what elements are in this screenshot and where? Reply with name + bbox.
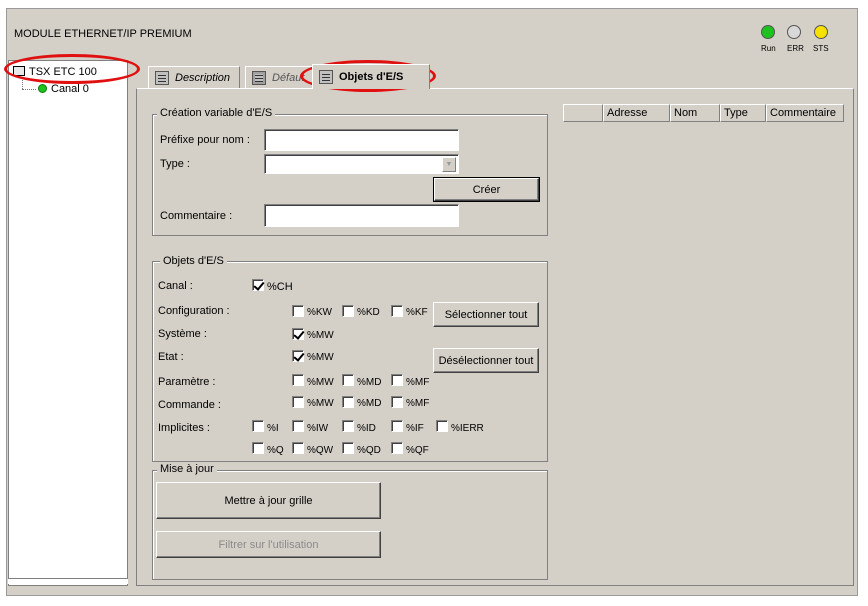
select-all-button[interactable]: Sélectionner tout <box>433 302 539 327</box>
io-objects-group-title: Objets d'E/S <box>160 255 227 267</box>
tab-description-label: Description <box>175 71 231 84</box>
sts-label: STS <box>813 44 829 53</box>
prefix-label: Préfixe pour nom : <box>160 134 250 146</box>
status-dot-icon <box>38 84 47 93</box>
module-tree <box>8 60 128 586</box>
type-label: Type : <box>160 158 190 170</box>
tree-connector <box>22 89 36 90</box>
checkbox-imp-ierr-label: %IERR <box>451 423 484 434</box>
tree-item-canal-label: Canal 0 <box>51 83 89 95</box>
checkbox-imp-qd-label: %QD <box>357 445 381 456</box>
checkbox-canal-ch[interactable] <box>252 279 264 291</box>
run-label: Run <box>761 44 776 53</box>
filter-usage-button[interactable]: Filtrer sur l'utilisation <box>156 531 381 558</box>
checkbox-etat-mw[interactable] <box>292 350 304 362</box>
module-icon <box>13 66 25 76</box>
tree-scrollbar[interactable] <box>8 578 128 584</box>
row-label-etat: Etat : <box>158 351 184 363</box>
creation-group-title: Création variable d'E/S <box>157 107 276 119</box>
checkbox-etat-mw-label: %MW <box>307 352 334 363</box>
column-header-nom[interactable]: Nom <box>670 104 720 122</box>
checkbox-config-kf[interactable] <box>391 305 403 317</box>
row-label-commande: Commande : <box>158 399 221 411</box>
checkbox-imp-qw-label: %QW <box>307 445 334 456</box>
column-header-commentaire[interactable]: Commentaire <box>766 104 844 122</box>
checkbox-config-kd-label: %KD <box>357 307 380 318</box>
checkbox-param-md[interactable] <box>342 374 354 386</box>
row-label-systeme: Système : <box>158 328 207 340</box>
io-objects-tab-icon <box>319 70 333 84</box>
checkbox-cmd-mw[interactable] <box>292 396 304 408</box>
fault-tab-icon <box>252 70 266 85</box>
checkbox-imp-ierr[interactable] <box>436 420 448 432</box>
checkbox-config-kw[interactable] <box>292 305 304 317</box>
dropdown-arrow-icon[interactable]: ▼ <box>442 157 456 172</box>
sts-led <box>814 25 828 39</box>
checkbox-imp-i[interactable] <box>252 420 264 432</box>
checkbox-imp-qw[interactable] <box>292 442 304 454</box>
tab-defaut-label: Défaut <box>272 71 305 84</box>
column-header-blank[interactable] <box>563 104 603 122</box>
checkbox-imp-qf[interactable] <box>391 442 403 454</box>
column-header-type[interactable]: Type <box>720 104 766 122</box>
checkbox-imp-qd[interactable] <box>342 442 354 454</box>
tree-connector <box>22 80 23 89</box>
tab-objets-es[interactable]: Objets d'E/S <box>312 64 430 89</box>
create-button[interactable]: Créer <box>433 177 540 202</box>
checkbox-systeme-mw-label: %MW <box>307 330 334 341</box>
row-label-parametre: Paramètre : <box>158 376 216 388</box>
column-header-adresse[interactable]: Adresse <box>603 104 670 122</box>
module-title: MODULE ETHERNET/IP PREMIUM <box>14 28 192 40</box>
checkbox-imp-i-label: %I <box>267 423 279 434</box>
tree-item-module[interactable]: TSX ETC 100 <box>13 66 97 78</box>
row-label-canal: Canal : <box>158 280 193 292</box>
comment-label: Commentaire : <box>160 210 233 222</box>
update-grid-button[interactable]: Mettre à jour grille <box>156 482 381 519</box>
checkbox-imp-id-label: %ID <box>357 423 376 434</box>
checkbox-param-mf[interactable] <box>391 374 403 386</box>
checkbox-systeme-mw[interactable] <box>292 328 304 340</box>
run-led <box>761 25 775 39</box>
checkbox-imp-q-label: %Q <box>267 445 284 456</box>
description-tab-icon <box>155 70 169 85</box>
update-group-title: Mise à jour <box>157 463 217 475</box>
type-select[interactable] <box>264 154 459 174</box>
tab-defaut[interactable]: Défaut <box>245 66 313 88</box>
checkbox-imp-qf-label: %QF <box>406 445 429 456</box>
tab-objets-es-label: Objets d'E/S <box>339 71 404 83</box>
prefix-input[interactable] <box>264 129 459 151</box>
checkbox-config-kd[interactable] <box>342 305 354 317</box>
checkbox-imp-id[interactable] <box>342 420 354 432</box>
checkbox-imp-if-label: %IF <box>406 423 424 434</box>
checkbox-imp-q[interactable] <box>252 442 264 454</box>
checkbox-config-kf-label: %KF <box>406 307 428 318</box>
tab-description[interactable]: Description <box>148 66 240 88</box>
checkbox-param-mw[interactable] <box>292 374 304 386</box>
checkbox-config-kw-label: %KW <box>307 307 332 318</box>
row-label-configuration: Configuration : <box>158 305 230 317</box>
tree-item-module-label: TSX ETC 100 <box>29 66 97 78</box>
comment-input[interactable] <box>264 204 459 227</box>
checkbox-param-md-label: %MD <box>357 377 382 388</box>
checkbox-cmd-mw-label: %MW <box>307 398 334 409</box>
checkbox-cmd-md-label: %MD <box>357 398 382 409</box>
checkbox-canal-ch-label: %CH <box>267 281 293 293</box>
checkbox-param-mf-label: %MF <box>406 377 430 388</box>
deselect-all-button[interactable]: Désélectionner tout <box>433 348 539 373</box>
checkbox-cmd-mf[interactable] <box>391 396 403 408</box>
checkbox-imp-if[interactable] <box>391 420 403 432</box>
checkbox-imp-iw-label: %IW <box>307 423 329 434</box>
checkbox-cmd-md[interactable] <box>342 396 354 408</box>
row-label-implicites: Implicites : <box>158 422 210 434</box>
checkbox-param-mw-label: %MW <box>307 377 334 388</box>
err-label: ERR <box>787 44 804 53</box>
tree-item-canal[interactable]: Canal 0 <box>38 83 89 95</box>
checkbox-cmd-mf-label: %MF <box>406 398 430 409</box>
checkbox-imp-iw[interactable] <box>292 420 304 432</box>
err-led <box>787 25 801 39</box>
